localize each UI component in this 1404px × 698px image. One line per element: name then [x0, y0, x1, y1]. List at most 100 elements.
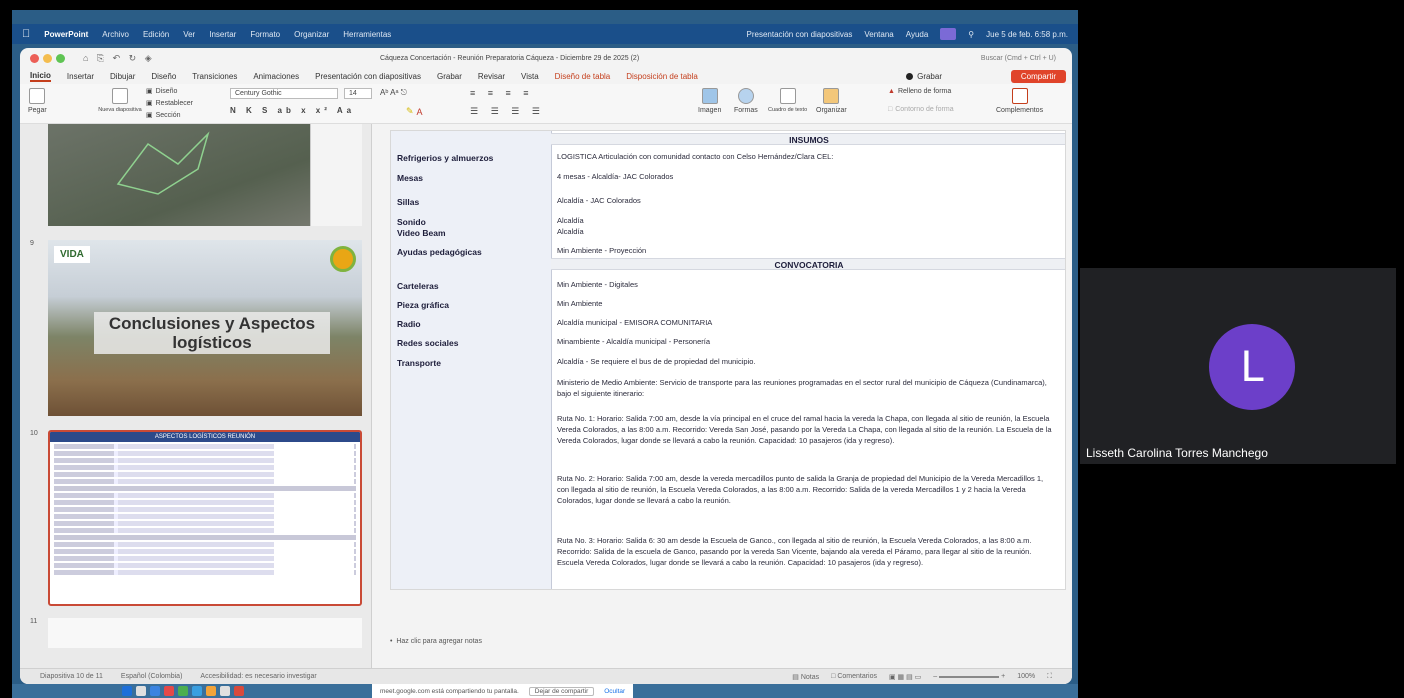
shapes-icon	[737, 88, 754, 104]
search-box[interactable]: Buscar (Cmd + Ctrl + U)	[981, 55, 1056, 62]
font-size-select[interactable]: 14	[344, 88, 372, 99]
tab-revisar[interactable]: Revisar	[478, 72, 505, 81]
picture-button[interactable]: Imagen	[698, 88, 721, 114]
menu-presentacion[interactable]: Presentación con diapositivas	[747, 30, 853, 39]
thumbnail-slide-10[interactable]: ASPECTOS LOGÍSTICOS REUNIÓN	[48, 430, 362, 606]
menu-ver[interactable]: Ver	[183, 30, 195, 39]
section-button[interactable]: ▣ Sección	[146, 111, 181, 120]
slide-number-9: 9	[30, 240, 34, 247]
apple-icon[interactable]: 	[22, 28, 30, 40]
value-pieza-grafica: Min Ambiente	[557, 299, 603, 308]
reset-button[interactable]: ▣ Restablecer	[146, 99, 193, 108]
slide-canvas[interactable]: INSUMOS Refrigerios y almuerzos LOGISTIC…	[390, 130, 1066, 590]
shapes-button[interactable]: Formas	[734, 88, 758, 114]
messages-icon[interactable]	[178, 686, 188, 696]
font-grow-shrink[interactable]: Aᵇ Aᵃ ⎋	[380, 88, 407, 98]
hide-button[interactable]: Ocultar	[604, 688, 625, 695]
notes-pane[interactable]: • Haz clic para agregar notas	[390, 638, 482, 645]
tab-disposicion-tabla[interactable]: Disposición de tabla	[626, 72, 698, 81]
accessibility-status[interactable]: Accesibilidad: es necesario investigar	[200, 673, 316, 680]
screen-share-icon[interactable]	[940, 28, 957, 40]
section-convocatoria: CONVOCATORIA	[551, 258, 1065, 270]
tab-dibujar[interactable]: Dibujar	[110, 72, 135, 81]
transport-intro: Ministerio de Medio Ambiente: Servicio d…	[557, 378, 1047, 398]
zoom-slider[interactable]: – +	[933, 673, 1005, 680]
record-button[interactable]: Grabar	[906, 72, 942, 81]
menu-formato[interactable]: Formato	[250, 30, 280, 39]
minimize-icon[interactable]	[43, 53, 52, 63]
menu-app-name[interactable]: PowerPoint	[44, 30, 88, 39]
thumbnail-slide-9[interactable]: VIDA Conclusiones y Aspectos logísticos	[48, 240, 362, 416]
view-buttons[interactable]: ▣ ▦ ▤ ▭	[889, 673, 921, 681]
layout-button[interactable]: ▣ Diseño	[146, 87, 177, 96]
value-transporte: Alcaldía - Se requiere el bus de de prop…	[557, 357, 756, 366]
fill-icon: ▲	[888, 88, 895, 95]
share-notice-bar: meet.google.com está compartiendo tu pan…	[372, 684, 634, 698]
shape-outline-button[interactable]: □ Contorno de forma	[888, 106, 954, 113]
powerpoint-dock-icon[interactable]	[234, 686, 244, 696]
notes-toggle-label: Notas	[800, 673, 820, 681]
menubar-clock[interactable]: Jue 5 de feb. 6:58 p.m.	[986, 30, 1068, 39]
tab-presentacion[interactable]: Presentación con diapositivas	[315, 72, 421, 81]
arrange-button[interactable]: Organizar	[816, 88, 847, 114]
chrome-icon[interactable]	[164, 686, 174, 696]
tab-vista[interactable]: Vista	[521, 72, 539, 81]
launchpad-icon[interactable]	[136, 686, 146, 696]
participant-tile[interactable]: L Lisseth Carolina Torres Manchego	[1080, 268, 1396, 464]
textbox-button[interactable]: Cuadro de texto	[768, 88, 807, 113]
mail-icon[interactable]	[192, 686, 202, 696]
menu-ventana[interactable]: Ventana	[864, 30, 893, 39]
outline-label: Contorno de forma	[895, 106, 954, 113]
menu-organizar[interactable]: Organizar	[294, 30, 329, 39]
value-radio: Alcaldía municipal - EMISORA COMUNITARIA	[557, 318, 713, 327]
menu-herramientas[interactable]: Herramientas	[343, 30, 391, 39]
maximize-icon[interactable]	[56, 53, 65, 63]
textbox-label: Cuadro de texto	[768, 107, 808, 113]
menu-edicion[interactable]: Edición	[143, 30, 169, 39]
zoom-level[interactable]: 100%	[1017, 673, 1035, 680]
value-mesas: 4 mesas - Alcaldía- JAC Colorados	[557, 172, 674, 181]
safari-icon[interactable]	[150, 686, 160, 696]
highlight-color-icon[interactable]: ✎ A	[406, 106, 423, 117]
tab-insertar[interactable]: Insertar	[67, 72, 94, 81]
ruta-3: Ruta No. 3: Horario: Salida 6: 30 am des…	[557, 536, 1032, 567]
tab-animaciones[interactable]: Animaciones	[253, 72, 299, 81]
align-buttons[interactable]: ☰ ☰ ☰ ☰	[470, 106, 545, 117]
calendar-icon[interactable]	[220, 686, 230, 696]
tab-diseno-tabla[interactable]: Diseño de tabla	[555, 72, 611, 81]
addins-button[interactable]: Complementos	[996, 88, 1043, 114]
tab-grabar[interactable]: Grabar	[437, 72, 462, 81]
tab-inicio[interactable]: Inicio	[30, 71, 51, 82]
thumbnail-slide-11[interactable]	[48, 618, 362, 648]
finder-icon[interactable]	[122, 686, 132, 696]
menu-ayuda[interactable]: Ayuda	[906, 30, 929, 39]
tab-transiciones[interactable]: Transiciones	[192, 72, 237, 81]
close-icon[interactable]	[30, 53, 39, 63]
photos-icon[interactable]	[206, 686, 216, 696]
menu-archivo[interactable]: Archivo	[102, 30, 129, 39]
thumbnail-slide-8[interactable]	[48, 124, 362, 226]
notes-placeholder: Haz clic para agregar notas	[396, 638, 482, 645]
avatar: L	[1209, 324, 1295, 410]
new-slide-button[interactable]: Nueva diapositiva	[98, 88, 142, 113]
language-status[interactable]: Español (Colombia)	[121, 673, 182, 680]
thumb-row	[54, 472, 356, 477]
notes-toggle[interactable]: ▤ Notas	[792, 673, 819, 681]
quick-access-icons[interactable]: ⌂ ⎘ ↶ ↻ ◈	[83, 53, 155, 64]
comments-toggle[interactable]: □ Comentarios	[831, 673, 877, 680]
new-slide-icon	[112, 88, 128, 104]
font-family-select[interactable]: Century Gothic	[230, 88, 338, 99]
new-slide-label: Nueva diapositiva	[98, 107, 142, 113]
list-buttons[interactable]: ≡ ≡ ≡ ≡	[470, 88, 534, 98]
paste-button[interactable]: Pegar	[28, 88, 47, 114]
text-format-buttons[interactable]: N K S ab x x² Aa	[230, 106, 355, 115]
shape-fill-button[interactable]: ▲ Relleno de forma	[888, 88, 951, 95]
tab-diseno[interactable]: Diseño	[151, 72, 176, 81]
fit-slide-icon[interactable]: ⛶	[1047, 673, 1052, 681]
spotlight-icon[interactable]: ⚲	[968, 30, 974, 39]
stop-sharing-button[interactable]: Dejar de compartir	[528, 686, 595, 696]
status-right: ▤ Notas □ Comentarios ▣ ▦ ▤ ▭ – + 100% ⛶	[792, 673, 1052, 681]
slide-number-10: 10	[30, 430, 38, 437]
menu-insertar[interactable]: Insertar	[209, 30, 236, 39]
share-button[interactable]: Compartir	[1010, 69, 1066, 83]
